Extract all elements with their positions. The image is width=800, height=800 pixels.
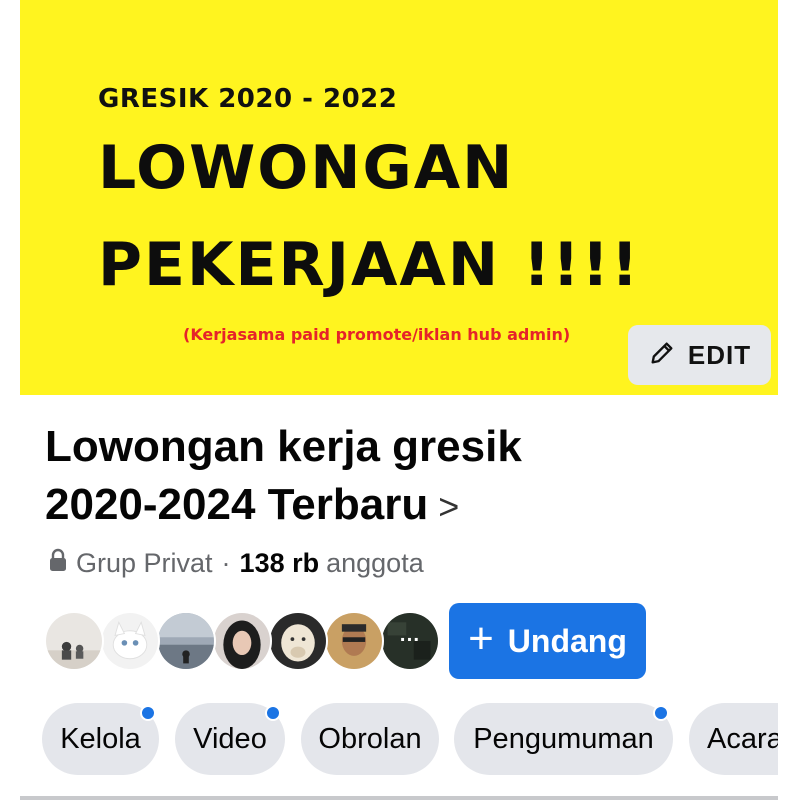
invite-button[interactable]: + Undang [449,603,646,679]
cover-note: (Kerjasama paid promote/iklan hub admin) [183,325,571,344]
member-label: anggota [326,548,424,578]
member-count[interactable]: 138 rb [240,548,320,579]
notification-dot [140,705,156,721]
pencil-icon [648,339,676,372]
tab-label: Pengumuman [473,722,654,755]
avatar[interactable] [212,611,272,671]
meta-separator: · [221,548,231,578]
tab-label: Obrolan [318,722,422,755]
plus-icon: + [468,614,494,663]
group-title-line-1: Lowongan kerja gresik [45,422,522,471]
tab-acara[interactable]: Acara [689,703,778,775]
edit-label: EDIT [687,339,752,370]
divider [20,796,778,800]
notification-dot [653,705,669,721]
group-meta: Grup Privat · 138 rb anggota [48,548,424,579]
chevron-right-icon: > [438,486,460,527]
avatar[interactable] [268,611,328,671]
tab-label: Kelola [60,722,141,755]
cover-year-text: GRESIK 2020 - 2022 [98,84,398,114]
tab-label: Video [193,722,267,755]
cover-title-line-2: PEKERJAAN !!!! [98,230,641,300]
invite-label: Undang [507,622,627,659]
lock-icon [48,548,76,579]
tab-obrolan[interactable]: Obrolan [301,703,439,775]
group-title[interactable]: Lowongan kerja gresik 2020-2024 Terbaru > [45,418,765,536]
tab-pengumuman[interactable]: Pengumuman [454,703,673,775]
privacy-label: Grup Privat [76,548,213,578]
avatar[interactable] [44,611,104,671]
edit-cover-button[interactable]: EDIT [628,325,771,385]
notification-dot [265,705,281,721]
avatar[interactable] [100,611,160,671]
avatar[interactable] [156,611,216,671]
tab-label: Acara [707,722,778,755]
avatar-more[interactable]: ··· [380,611,440,671]
cover-title-line-1: LOWONGAN [98,133,515,203]
avatar[interactable] [324,611,384,671]
group-tabs: Kelola Video Obrolan Pengumuman Acara [0,703,778,777]
group-title-line-2: 2020-2024 Terbaru [45,480,429,529]
more-icon: ··· [400,629,421,652]
